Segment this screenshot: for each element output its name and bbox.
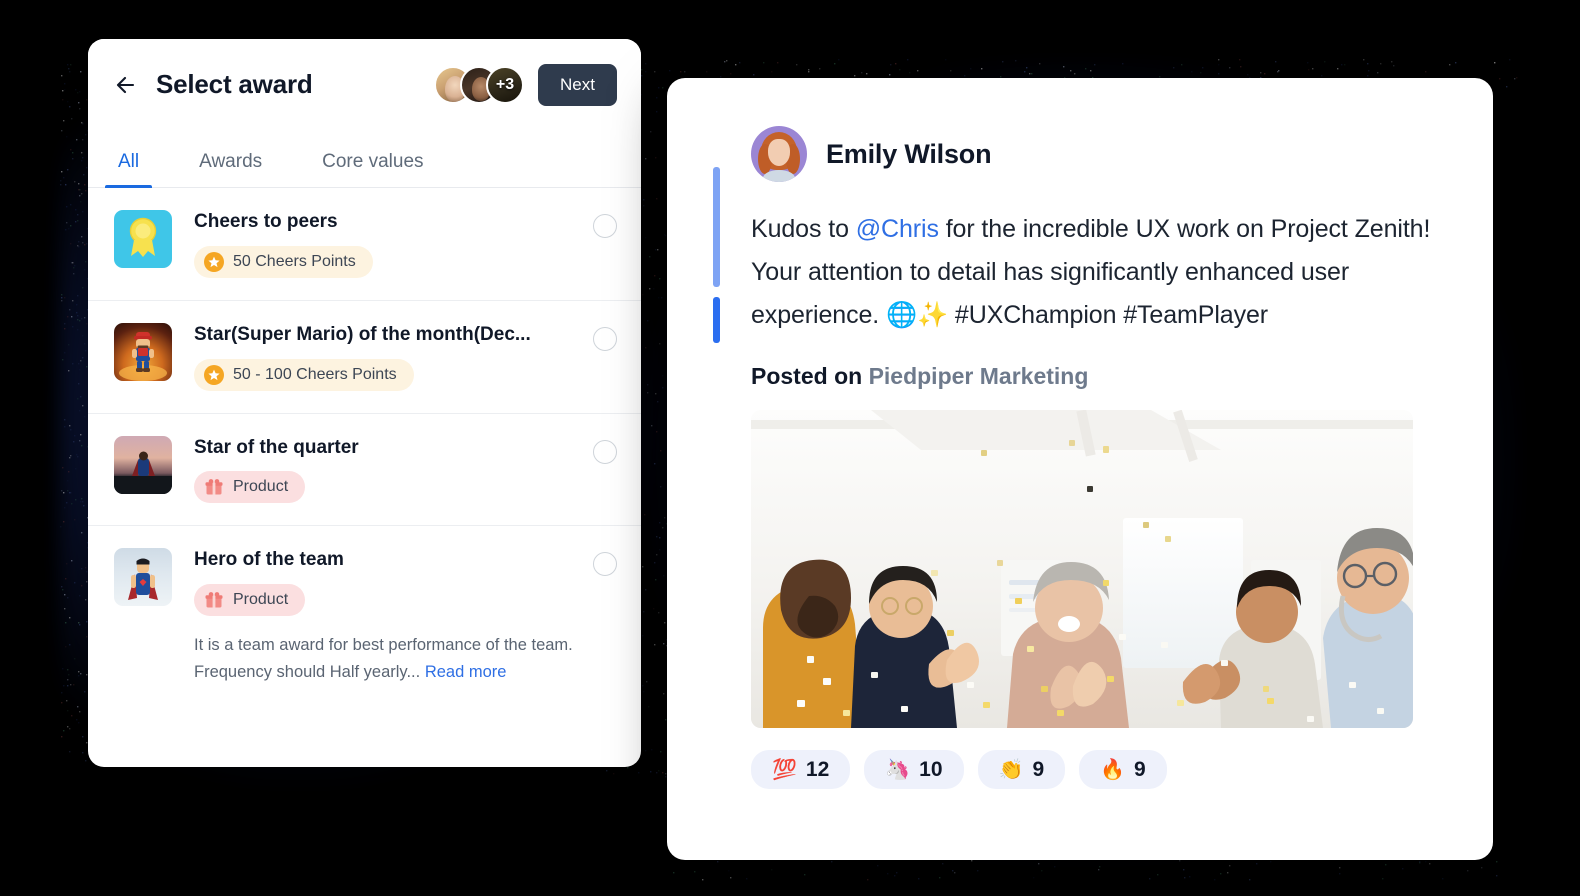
read-more-link[interactable]: Read more [425, 663, 507, 681]
fire-reaction[interactable]: 🔥 9 [1079, 750, 1167, 789]
team-celebration-confetti-photo [751, 410, 1413, 728]
award-badge: 50 - 100 Cheers Points [194, 359, 414, 391]
fire-icon: 🔥 [1100, 760, 1125, 780]
tab-awards[interactable]: Awards [169, 151, 292, 187]
reaction-count: 10 [919, 759, 942, 780]
award-row[interactable]: Star(Super Mario) of the month(Dec... 50… [88, 301, 641, 414]
superman-sunset-photo [114, 436, 172, 494]
gift-icon [204, 590, 224, 610]
reaction-count: 12 [806, 759, 829, 780]
unicorn-reaction[interactable]: 🦄 10 [864, 750, 963, 789]
hundred-points-reaction[interactable]: 💯 12 [751, 750, 850, 789]
award-badge: Product [194, 471, 305, 503]
unicorn-icon: 🦄 [885, 760, 910, 780]
page-title: Select award [156, 69, 313, 100]
award-badge-label: Product [233, 591, 288, 609]
award-list: Cheers to peers 50 Cheers Points Star(Su… [88, 188, 641, 708]
avatar [751, 126, 807, 182]
next-button[interactable]: Next [538, 64, 617, 106]
award-badge: 50 Cheers Points [194, 246, 373, 278]
award-badge: Product [194, 584, 305, 616]
clap-icon: 👏 [999, 760, 1024, 780]
avatar-overflow[interactable]: +3 [486, 66, 524, 104]
screenshot-root: Select award +3 Next All Awards Core val… [0, 0, 1580, 896]
posted-on: Posted on Piedpiper Marketing [751, 363, 1447, 390]
award-info: Hero of the team Product It is a team aw… [194, 548, 579, 685]
star-icon [204, 252, 224, 272]
header-actions: +3 Next [434, 64, 617, 106]
posted-on-org[interactable]: Piedpiper Marketing [869, 363, 1089, 389]
star-icon [204, 365, 224, 385]
tab-core-values[interactable]: Core values [292, 151, 453, 187]
post-header: Emily Wilson [751, 122, 1447, 186]
clap-reaction[interactable]: 👏 9 [978, 750, 1066, 789]
award-radio[interactable] [593, 440, 617, 464]
award-row[interactable]: Hero of the team Product It is a team aw… [88, 526, 641, 707]
accent-bar-bottom [713, 297, 720, 343]
award-row[interactable]: Cheers to peers 50 Cheers Points [88, 188, 641, 301]
medal-ribbon-icon [114, 210, 172, 268]
award-info: Cheers to peers 50 Cheers Points [194, 210, 579, 278]
reaction-count: 9 [1032, 759, 1044, 780]
avatar-stack[interactable]: +3 [434, 66, 524, 104]
reaction-count: 9 [1134, 759, 1146, 780]
hundred-points-icon: 💯 [772, 760, 797, 780]
gift-icon [204, 477, 224, 497]
mention-link[interactable]: @Chris [856, 215, 939, 243]
award-badge-label: Product [233, 478, 288, 496]
kudos-post-card: Emily Wilson Kudos to @Chris for the inc… [667, 78, 1493, 860]
award-radio[interactable] [593, 552, 617, 576]
award-row[interactable]: Star of the quarter Product [88, 414, 641, 527]
super-mario-figure [114, 323, 172, 381]
accent-bar-top [713, 167, 720, 287]
award-radio[interactable] [593, 214, 617, 238]
award-badge-label: 50 - 100 Cheers Points [233, 366, 397, 384]
post-message-part: Kudos to [751, 215, 856, 243]
post-message: Kudos to @Chris for the incredible UX wo… [751, 208, 1447, 337]
post-body: Emily Wilson Kudos to @Chris for the inc… [713, 122, 1447, 390]
award-info: Star of the quarter Product [194, 436, 579, 504]
award-badge-label: 50 Cheers Points [233, 253, 356, 271]
award-tabs: All Awards Core values [88, 130, 641, 188]
arrow-left-icon[interactable] [114, 71, 142, 99]
award-radio[interactable] [593, 327, 617, 351]
select-award-panel: Select award +3 Next All Awards Core val… [88, 39, 641, 767]
superman-sky-photo [114, 548, 172, 606]
award-info: Star(Super Mario) of the month(Dec... 50… [194, 323, 579, 391]
award-title: Star(Super Mario) of the month(Dec... [194, 324, 579, 347]
award-title: Cheers to peers [194, 211, 579, 234]
reaction-bar: 💯 12 🦄 10 👏 9 🔥 9 [751, 750, 1447, 789]
award-title: Hero of the team [194, 549, 579, 572]
post-author-name: Emily Wilson [826, 139, 991, 170]
award-description: It is a team award for best performance … [194, 632, 579, 685]
avatar-overflow-label: +3 [496, 76, 514, 94]
posted-on-label: Posted on [751, 363, 862, 389]
tab-all[interactable]: All [88, 151, 169, 187]
award-title: Star of the quarter [194, 437, 579, 460]
panel-header: Select award +3 Next [88, 39, 641, 130]
award-description-text: It is a team award for best performance … [194, 636, 573, 681]
